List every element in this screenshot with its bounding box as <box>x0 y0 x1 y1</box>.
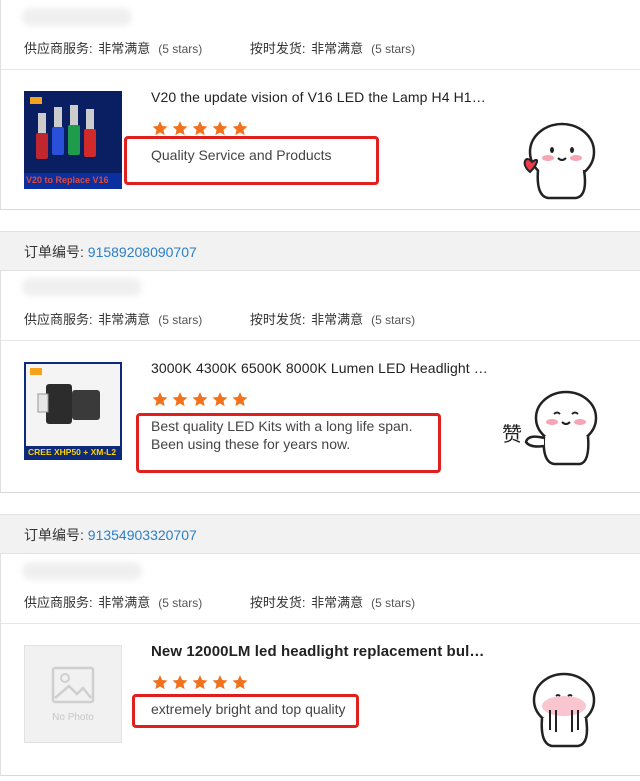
divider <box>0 69 640 70</box>
order-header: 订单编号: 91589208090707 <box>0 231 640 271</box>
star-icon <box>232 675 248 690</box>
star-icon <box>232 392 248 407</box>
heart-sticker-icon <box>523 122 596 200</box>
supplier-service-value: 非常满意 <box>98 41 151 56</box>
card-left-border <box>0 554 1 775</box>
star-icon <box>212 392 228 407</box>
rating-row: 供应商服务: 非常满意 (5 stars) 按时发货: 非常满意 (5 stars) <box>24 592 459 611</box>
star-icon <box>192 675 208 690</box>
thumb-caption: V20 to Replace V16 <box>26 175 109 185</box>
blurred-username <box>22 8 132 26</box>
star-icon <box>172 675 188 690</box>
rating-row: 供应商服务: 非常满意 (5 stars) 按时发货: 非常满意 (5 stars) <box>24 38 459 57</box>
star-icon <box>152 675 168 690</box>
star-icon <box>192 121 208 136</box>
product-thumbnail[interactable]: No Photo <box>24 645 122 743</box>
star-icon <box>172 392 188 407</box>
product-thumbnail[interactable]: CREE XHP50 + XM-L2 <box>24 362 122 460</box>
supplier-stars-text: (5 stars) <box>158 42 203 56</box>
card-bottom-border <box>0 492 640 493</box>
shipping-stars-text: (5 stars) <box>371 596 416 610</box>
image-placeholder-icon <box>51 666 95 704</box>
card-left-border <box>0 271 1 492</box>
star-icon <box>172 121 188 136</box>
order-header: 订单编号: 91354903320707 <box>0 514 640 554</box>
highlight-box <box>132 694 359 728</box>
supplier-stars-text: (5 stars) <box>158 313 203 327</box>
star-rating <box>151 391 249 407</box>
shy-sticker-icon <box>532 672 596 748</box>
blurred-username <box>22 278 142 296</box>
divider <box>0 623 640 624</box>
rating-row: 供应商服务: 非常满意 (5 stars) 按时发货: 非常满意 (5 stars) <box>24 309 459 328</box>
highlight-box <box>124 136 379 185</box>
star-icon <box>152 121 168 136</box>
supplier-service-label: 供应商服务: <box>24 595 93 610</box>
thumb-caption: No Photo <box>52 712 94 723</box>
star-rating <box>151 674 249 690</box>
card-left-border <box>0 0 1 209</box>
shipping-stars-text: (5 stars) <box>371 42 416 56</box>
order-number-link[interactable]: 91589208090707 <box>88 244 197 260</box>
shipping-stars-text: (5 stars) <box>371 313 416 327</box>
card-bottom-border <box>0 209 640 210</box>
product-title-link[interactable]: V20 the update vision of V16 LED the Lam… <box>151 89 491 105</box>
supplier-service-value: 非常满意 <box>98 595 151 610</box>
shipping-value: 非常满意 <box>311 41 364 56</box>
shipping-label: 按时发货: <box>249 312 306 327</box>
product-title-link[interactable]: New 12000LM led headlight replacement bu… <box>151 643 491 660</box>
blurred-username <box>22 562 142 580</box>
product-thumbnail[interactable]: V20 to Replace V16 <box>24 91 122 189</box>
sticker-caption: 赞 <box>502 422 522 446</box>
card-bottom-border <box>0 775 640 776</box>
order-number-label: 订单编号: <box>24 244 84 260</box>
star-icon <box>212 675 228 690</box>
product-title-link[interactable]: 3000K 4300K 6500K 8000K Lumen LED Headli… <box>151 360 491 376</box>
order-number-label: 订单编号: <box>24 527 84 543</box>
highlight-box <box>136 413 441 473</box>
star-icon <box>192 392 208 407</box>
shipping-value: 非常满意 <box>311 312 364 327</box>
supplier-service-label: 供应商服务: <box>24 312 93 327</box>
thumb-caption: CREE XHP50 + XM-L2 <box>28 447 117 457</box>
shipping-label: 按时发货: <box>249 41 306 56</box>
star-icon <box>152 392 168 407</box>
shipping-label: 按时发货: <box>249 595 306 610</box>
order-number-link[interactable]: 91354903320707 <box>88 527 197 543</box>
supplier-stars-text: (5 stars) <box>158 596 203 610</box>
star-rating <box>151 120 249 136</box>
thumbs-up-sticker-icon <box>524 390 598 466</box>
star-icon <box>212 121 228 136</box>
divider <box>0 340 640 341</box>
shipping-value: 非常满意 <box>311 595 364 610</box>
star-icon <box>232 121 248 136</box>
supplier-service-value: 非常满意 <box>98 312 151 327</box>
supplier-service-label: 供应商服务: <box>24 41 93 56</box>
